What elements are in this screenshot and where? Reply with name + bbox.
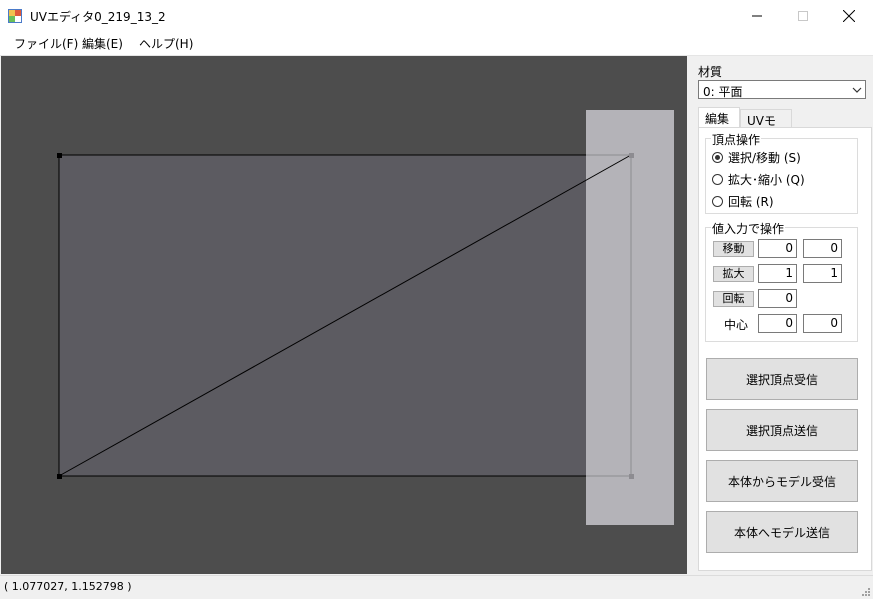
radio-rotate[interactable]: 回転 (R) (712, 193, 774, 209)
receive-selected-vertices-button[interactable]: 選択頂点受信 (706, 358, 858, 400)
tab-uv-morph[interactable]: UVモーフ (740, 109, 792, 145)
tab-page-edit: 頂点操作 選択/移動 (S) 拡大･縮小 (Q) 回転 (R) 値入力で操作 移… (698, 127, 872, 571)
selection-overlay (586, 110, 674, 525)
center-label: 中心 (724, 318, 749, 332)
send-model-button[interactable]: 本体へモデル送信 (706, 511, 858, 553)
send-selected-vertices-button[interactable]: 選択頂点送信 (706, 409, 858, 451)
scale-x-input[interactable]: 1 (758, 264, 797, 283)
center-y-input[interactable]: 0 (803, 314, 842, 333)
resize-grip-icon[interactable] (860, 586, 870, 596)
close-button[interactable] (826, 0, 872, 31)
minimize-button[interactable] (734, 0, 780, 31)
uv-canvas[interactable] (1, 56, 687, 574)
uv-vertex-top-left[interactable] (57, 153, 62, 158)
radio-select-move-label: 選択/移動 (S) (728, 150, 801, 165)
uv-vertex-top-right[interactable] (629, 153, 634, 158)
maximize-button[interactable] (780, 0, 826, 31)
rotate-button[interactable]: 回転 (713, 291, 754, 307)
side-panel: 材質 0: 平面 編集 UVモーフ 頂点操作 選択/移動 (S) 拡大･縮小 (… (688, 56, 873, 574)
close-icon (843, 9, 855, 22)
value-input-group: 値入力で操作 移動 0 0 拡大 1 1 回転 0 中心 0 0 (705, 220, 858, 342)
vertex-operation-group: 頂点操作 選択/移動 (S) 拡大･縮小 (Q) 回転 (R) (705, 131, 858, 214)
menu-help[interactable]: ヘルプ(H) (139, 35, 193, 52)
radio-scale[interactable]: 拡大･縮小 (Q) (712, 171, 805, 187)
radio-dot (712, 195, 723, 207)
status-bar: ( 1.077027, 1.152798 ) (0, 575, 873, 599)
chevron-down-icon (852, 87, 862, 93)
uv-vertex-bottom-left[interactable] (57, 474, 62, 479)
tab-edit[interactable]: 編集 (698, 107, 740, 127)
title-bar: UVエディタ0_219_13_2 (0, 0, 873, 31)
radio-scale-label: 拡大･縮小 (Q) (728, 172, 805, 187)
radio-select-move[interactable]: 選択/移動 (S) (712, 149, 801, 165)
uv-vertex-bottom-right[interactable] (629, 474, 634, 479)
menu-file[interactable]: ファイル(F) (14, 35, 78, 52)
receive-model-button[interactable]: 本体からモデル受信 (706, 460, 858, 502)
material-value: 0: 平面 (703, 85, 743, 99)
maximize-icon (798, 10, 808, 21)
material-select[interactable]: 0: 平面 (698, 80, 866, 99)
cursor-coordinates: ( 1.077027, 1.152798 ) (4, 580, 132, 593)
value-input-title: 値入力で操作 (711, 220, 786, 237)
scale-y-input[interactable]: 1 (803, 264, 842, 283)
radio-dot (712, 173, 723, 185)
material-label: 材質 (698, 65, 723, 79)
move-y-input[interactable]: 0 (803, 239, 842, 258)
move-x-input[interactable]: 0 (758, 239, 797, 258)
menu-edit[interactable]: 編集(E) (82, 35, 123, 52)
rotate-input[interactable]: 0 (758, 289, 797, 308)
radio-rotate-label: 回転 (R) (728, 194, 774, 209)
radio-dot-checked (712, 151, 723, 163)
tab-edit-label: 編集 (705, 112, 730, 126)
vertex-operation-title: 頂点操作 (711, 131, 762, 148)
minimize-icon (752, 15, 762, 16)
menu-bar: ファイル(F) 編集(E) ヘルプ(H) (0, 31, 873, 56)
scale-button[interactable]: 拡大 (713, 266, 754, 282)
center-x-input[interactable]: 0 (758, 314, 797, 333)
app-icon (8, 9, 22, 23)
move-button[interactable]: 移動 (713, 241, 754, 257)
window-title: UVエディタ0_219_13_2 (30, 10, 166, 24)
